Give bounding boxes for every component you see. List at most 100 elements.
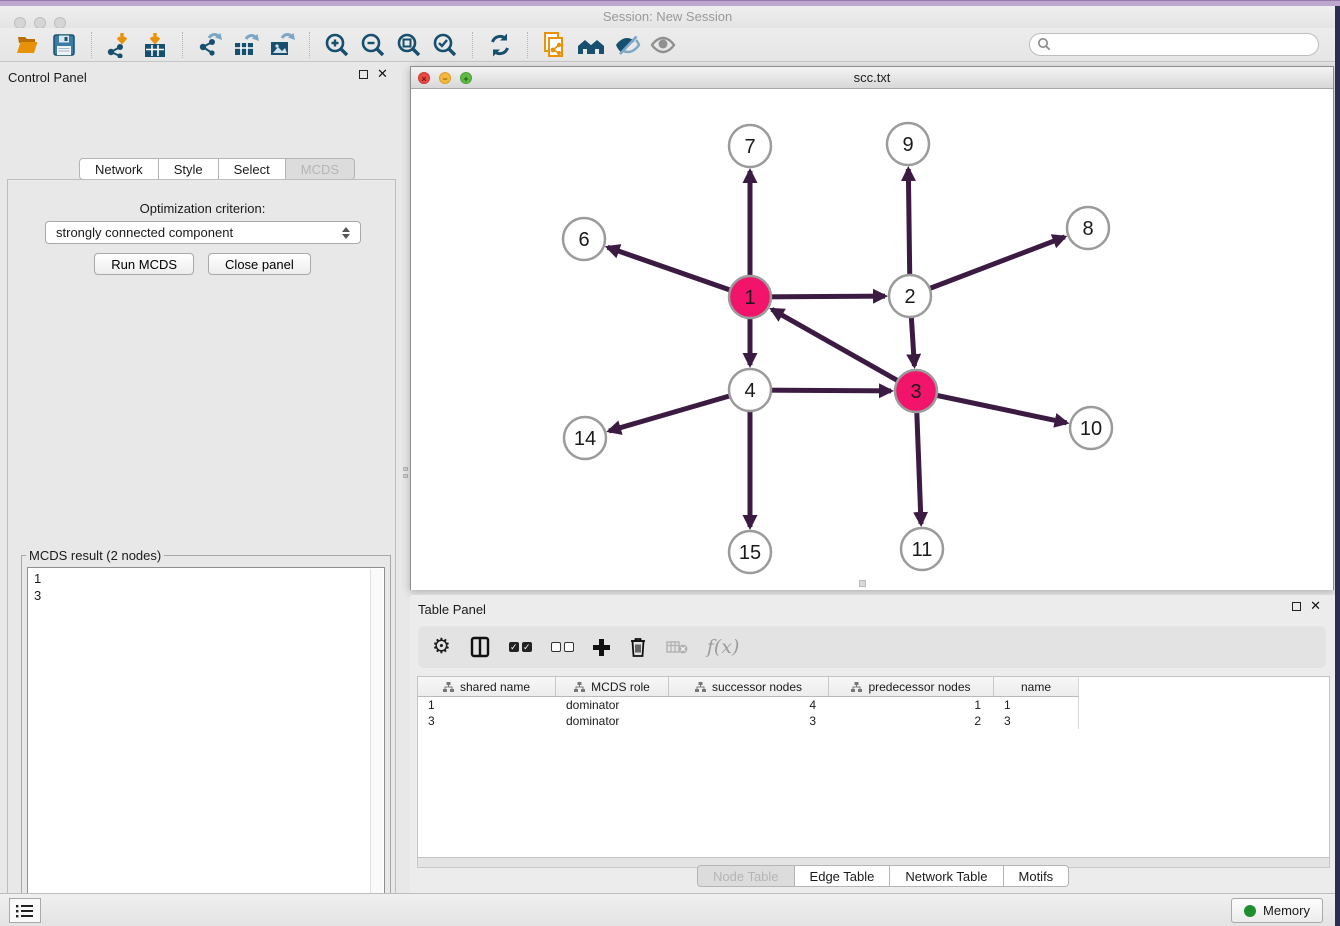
float-table-panel-icon[interactable] bbox=[1292, 602, 1301, 611]
graph-node-label: 6 bbox=[578, 229, 589, 251]
table-toolbar: ⚙ ✓✓ f(x) bbox=[418, 626, 1326, 668]
tab-network-table[interactable]: Network Table bbox=[890, 865, 1003, 887]
refresh-icon[interactable] bbox=[485, 31, 515, 59]
mcds-result-line: 1 bbox=[34, 570, 378, 587]
mcds-panel-body: Optimization criterion: strongly connect… bbox=[7, 179, 396, 926]
run-mcds-button[interactable]: Run MCDS bbox=[94, 253, 194, 275]
function-builder-icon[interactable]: f(x) bbox=[707, 632, 740, 662]
close-panel-button[interactable]: Close panel bbox=[208, 253, 311, 275]
column-header-name[interactable]: name bbox=[994, 677, 1079, 697]
column-header-shared-name[interactable]: shared name bbox=[418, 677, 556, 697]
import-network-icon[interactable] bbox=[104, 31, 134, 59]
cell-shared-name[interactable]: 1 bbox=[418, 697, 556, 713]
show-all-icon[interactable] bbox=[648, 31, 678, 59]
export-image-icon[interactable] bbox=[267, 31, 297, 59]
column-header-mcds-role[interactable]: MCDS role bbox=[556, 677, 669, 697]
tab-edge-table[interactable]: Edge Table bbox=[795, 865, 891, 887]
node-table: shared name MCDS role successor nodes pr… bbox=[417, 676, 1330, 858]
memory-status-icon bbox=[1244, 905, 1256, 917]
hide-selected-icon[interactable] bbox=[612, 31, 642, 59]
delete-row-icon[interactable] bbox=[629, 632, 647, 662]
memory-button[interactable]: Memory bbox=[1231, 898, 1323, 923]
graph-node-label: 3 bbox=[910, 381, 921, 403]
panel-splitter-handle[interactable] bbox=[403, 467, 409, 481]
cell-predecessor-nodes[interactable]: 1 bbox=[829, 697, 994, 713]
optimization-criterion-dropdown[interactable]: strongly connected component bbox=[45, 221, 361, 244]
cell-mcds-role[interactable]: dominator bbox=[556, 697, 669, 713]
graph-node-label: 15 bbox=[739, 542, 761, 564]
tab-node-table[interactable]: Node Table bbox=[697, 865, 795, 887]
graph-edge-2-8[interactable] bbox=[910, 237, 1065, 296]
graph-edge-3-10[interactable] bbox=[916, 391, 1067, 423]
network-canvas[interactable]: 7968124314101511 bbox=[411, 89, 1333, 590]
zoom-selected-icon[interactable] bbox=[430, 31, 460, 59]
tab-style[interactable]: Style bbox=[159, 158, 219, 180]
export-table-icon[interactable] bbox=[231, 31, 261, 59]
show-columns-icon[interactable] bbox=[470, 632, 490, 662]
tab-mcds[interactable]: MCDS bbox=[286, 158, 355, 180]
graph-node-label: 2 bbox=[904, 286, 915, 308]
column-header-successor-nodes[interactable]: successor nodes bbox=[669, 677, 829, 697]
add-row-icon[interactable] bbox=[593, 632, 610, 662]
save-session-icon[interactable] bbox=[49, 31, 79, 59]
table-row[interactable]: 3 dominator 3 2 3 bbox=[418, 713, 1329, 729]
application-window: Session: New Session bbox=[0, 0, 1340, 926]
mcds-result-title: MCDS result (2 nodes) bbox=[26, 548, 164, 563]
float-panel-icon[interactable] bbox=[359, 70, 368, 79]
cell-shared-name[interactable]: 3 bbox=[418, 713, 556, 729]
tab-motifs[interactable]: Motifs bbox=[1004, 865, 1070, 887]
desktop-edge bbox=[1335, 6, 1340, 926]
open-file-icon[interactable] bbox=[13, 31, 43, 59]
mcds-result-line: 3 bbox=[34, 587, 378, 604]
control-panel-tabs: Network Style Select MCDS bbox=[79, 158, 355, 180]
mcds-result-text[interactable]: 1 3 bbox=[27, 567, 385, 926]
toolbar-separator bbox=[91, 32, 92, 58]
table-panel: Table Panel ✕ ⚙ ✓✓ f(x) bbox=[410, 595, 1335, 893]
dropdown-value: strongly connected component bbox=[56, 225, 233, 240]
network-window-titlebar[interactable]: × − + scc.txt bbox=[411, 67, 1333, 89]
graph-edge-3-1[interactable] bbox=[772, 309, 916, 391]
tab-select[interactable]: Select bbox=[219, 158, 286, 180]
graph-node-label: 11 bbox=[912, 539, 933, 561]
zoom-fit-icon[interactable] bbox=[394, 31, 424, 59]
import-table-icon[interactable] bbox=[140, 31, 170, 59]
new-network-from-selection-icon[interactable] bbox=[540, 31, 570, 59]
tab-network[interactable]: Network bbox=[79, 158, 159, 180]
search-icon bbox=[1037, 37, 1051, 54]
delete-table-icon[interactable] bbox=[666, 632, 688, 662]
graph-edge-1-6[interactable] bbox=[608, 247, 750, 297]
task-history-button[interactable] bbox=[9, 898, 41, 923]
cell-successor-nodes[interactable]: 3 bbox=[669, 713, 829, 729]
cell-mcds-role[interactable]: dominator bbox=[556, 713, 669, 729]
main-titlebar: Session: New Session bbox=[0, 6, 1335, 28]
graph-node-label: 7 bbox=[744, 136, 755, 158]
column-settings-icon[interactable]: ⚙ bbox=[432, 632, 451, 662]
close-panel-icon[interactable]: ✕ bbox=[377, 69, 388, 79]
toolbar-separator bbox=[527, 32, 528, 58]
cell-successor-nodes[interactable]: 4 bbox=[669, 697, 829, 713]
control-panel-title: Control Panel bbox=[8, 70, 87, 85]
table-header-row: shared name MCDS role successor nodes pr… bbox=[418, 677, 1329, 697]
cell-name[interactable]: 1 bbox=[994, 697, 1079, 713]
table-panel-title: Table Panel bbox=[418, 602, 486, 617]
cell-predecessor-nodes[interactable]: 2 bbox=[829, 713, 994, 729]
column-header-predecessor-nodes[interactable]: predecessor nodes bbox=[829, 677, 994, 697]
first-neighbors-icon[interactable] bbox=[576, 31, 606, 59]
zoom-in-icon[interactable] bbox=[322, 31, 352, 59]
close-table-panel-icon[interactable]: ✕ bbox=[1310, 601, 1321, 611]
network-window-title: scc.txt bbox=[411, 70, 1333, 85]
export-network-icon[interactable] bbox=[195, 31, 225, 59]
zoom-out-icon[interactable] bbox=[358, 31, 388, 59]
control-panel: Control Panel ✕ Network Style Select MCD… bbox=[0, 62, 404, 893]
toolbar-separator bbox=[182, 32, 183, 58]
deselect-all-icon[interactable] bbox=[551, 632, 574, 662]
search-input[interactable] bbox=[1029, 33, 1319, 56]
cell-name[interactable]: 3 bbox=[994, 713, 1079, 729]
search-field-wrap bbox=[1029, 33, 1319, 56]
memory-label: Memory bbox=[1263, 903, 1310, 918]
graph-node-label: 8 bbox=[1082, 218, 1093, 240]
table-row[interactable]: 1 dominator 4 1 1 bbox=[418, 697, 1329, 713]
window-resize-grip[interactable] bbox=[859, 580, 866, 587]
select-all-icon[interactable]: ✓✓ bbox=[509, 632, 532, 662]
result-scrollbar[interactable] bbox=[370, 569, 383, 926]
